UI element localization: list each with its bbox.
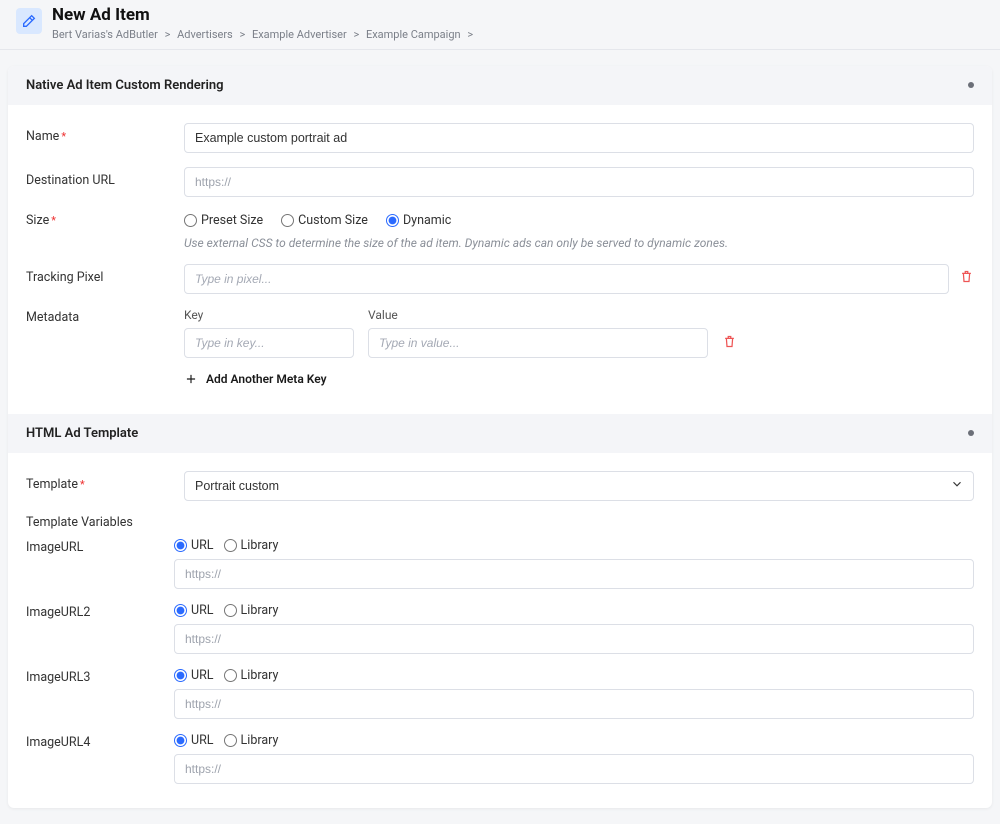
template-variable-row: ImageURL URL Library (26, 538, 974, 589)
template-variable-label: ImageURL2 (26, 603, 174, 620)
chevron-right-icon: > (467, 28, 473, 41)
template-variable-row: ImageURL2 URL Library (26, 603, 974, 654)
var-url-radio[interactable]: URL (174, 733, 214, 748)
size-radio-preset[interactable]: Preset Size (184, 213, 263, 228)
template-variable-row: ImageURL3 URL Library (26, 668, 974, 719)
size-radio-custom[interactable]: Custom Size (281, 213, 368, 228)
section-body-rendering: Name* Destination URL Size* Preset Size (8, 105, 992, 414)
size-label: Size* (26, 211, 174, 228)
collapse-dot-icon (968, 430, 974, 436)
template-label: Template* (26, 471, 174, 492)
template-variables-heading: Template Variables (26, 515, 974, 530)
breadcrumb: Bert Varias's AdButler > Advertisers > E… (52, 28, 477, 41)
var-url-input[interactable] (174, 624, 974, 654)
template-select[interactable]: Portrait custom (184, 471, 974, 501)
var-url-input[interactable] (174, 754, 974, 784)
chevron-right-icon: > (239, 28, 245, 41)
var-library-radio[interactable]: Library (224, 538, 279, 553)
ad-item-card: Native Ad Item Custom Rendering Name* De… (8, 66, 992, 808)
breadcrumb-item[interactable]: Example Campaign (366, 28, 461, 41)
meta-value-label: Value (368, 308, 708, 322)
name-input[interactable] (184, 123, 974, 153)
tracking-pixel-input[interactable] (184, 264, 949, 294)
template-variable-row: ImageURL4 URL Library (26, 733, 974, 784)
add-meta-button[interactable]: Add Another Meta Key (184, 372, 327, 386)
destination-url-label: Destination URL (26, 167, 174, 188)
var-url-radio[interactable]: URL (174, 538, 214, 553)
name-label: Name* (26, 123, 174, 144)
var-library-radio[interactable]: Library (224, 733, 279, 748)
var-url-input[interactable] (174, 559, 974, 589)
section-title: Native Ad Item Custom Rendering (26, 78, 224, 93)
breadcrumb-item[interactable]: Example Advertiser (252, 28, 347, 41)
meta-key-input[interactable] (184, 328, 354, 358)
size-helper-text: Use external CSS to determine the size o… (184, 236, 974, 250)
var-library-radio[interactable]: Library (224, 603, 279, 618)
var-url-input[interactable] (174, 689, 974, 719)
page-title: New Ad Item (52, 6, 477, 25)
var-library-radio[interactable]: Library (224, 668, 279, 683)
section-body-template: Template* Portrait custom Template Varia… (8, 453, 992, 808)
section-title: HTML Ad Template (26, 426, 138, 441)
trash-icon[interactable] (722, 338, 737, 353)
page-header: New Ad Item Bert Varias's AdButler > Adv… (0, 0, 1000, 50)
section-header-rendering[interactable]: Native Ad Item Custom Rendering (8, 66, 992, 105)
meta-value-input[interactable] (368, 328, 708, 358)
metadata-label: Metadata (26, 308, 174, 325)
template-variable-label: ImageURL3 (26, 668, 174, 685)
template-variable-label: ImageURL4 (26, 733, 174, 750)
trash-icon[interactable] (959, 269, 974, 288)
var-url-radio[interactable]: URL (174, 603, 214, 618)
edit-icon (16, 8, 42, 34)
tracking-pixel-label: Tracking Pixel (26, 264, 174, 285)
breadcrumb-item[interactable]: Bert Varias's AdButler (52, 28, 158, 41)
breadcrumb-item[interactable]: Advertisers (177, 28, 233, 41)
template-variable-label: ImageURL (26, 538, 174, 555)
destination-url-input[interactable] (184, 167, 974, 197)
chevron-right-icon: > (165, 28, 171, 41)
size-radio-dynamic[interactable]: Dynamic (386, 213, 451, 228)
section-header-template[interactable]: HTML Ad Template (8, 414, 992, 453)
var-url-radio[interactable]: URL (174, 668, 214, 683)
chevron-right-icon: > (353, 28, 359, 41)
collapse-dot-icon (968, 82, 974, 88)
meta-key-label: Key (184, 308, 354, 322)
